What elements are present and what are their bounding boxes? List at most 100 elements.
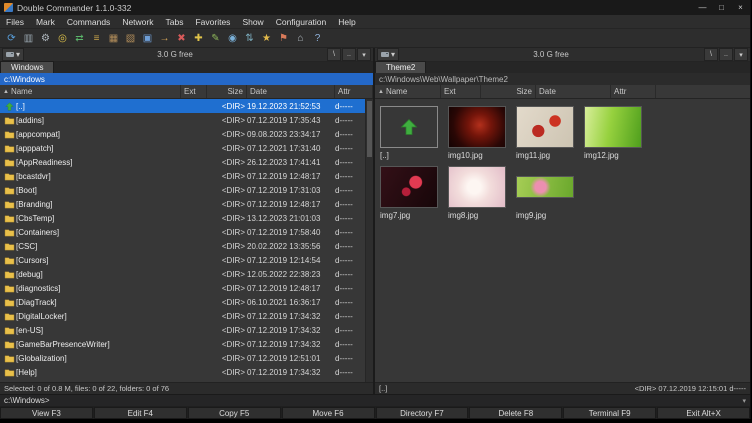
copy-icon[interactable]: ▣ bbox=[140, 31, 155, 46]
fn-button-f8[interactable]: Delete F8 bbox=[469, 407, 562, 419]
right-history-button[interactable]: ▾ bbox=[734, 48, 748, 61]
close-icon[interactable]: × bbox=[731, 0, 750, 15]
right-path-bar[interactable]: c:\Windows\Web\Wallpaper\Theme2 bbox=[375, 73, 750, 85]
file-row-help[interactable]: [Help] <DIR> 07.12.2019 17:34:32 d----- bbox=[0, 365, 373, 379]
column-attr[interactable]: Attr bbox=[335, 85, 373, 98]
folder-icon bbox=[2, 158, 16, 167]
scrollbar-thumb[interactable] bbox=[367, 101, 372, 157]
menu-item-tabs[interactable]: Tabs bbox=[160, 16, 190, 28]
maximize-icon[interactable]: □ bbox=[712, 0, 731, 15]
unpack-icon[interactable]: ▧ bbox=[123, 31, 138, 46]
window-title: Double Commander 1.1.0-332 bbox=[17, 3, 693, 13]
file-row-en-us[interactable]: [en-US] <DIR> 07.12.2019 17:34:32 d----- bbox=[0, 323, 373, 337]
file-row-boot[interactable]: [Boot] <DIR> 07.12.2019 17:31:03 d----- bbox=[0, 183, 373, 197]
thumb-img7jpg[interactable]: img7.jpg bbox=[380, 163, 442, 220]
left-scrollbar[interactable] bbox=[365, 99, 373, 382]
column-attr[interactable]: Attr bbox=[611, 85, 656, 98]
file-row-identitycrl[interactable]: [IdentityCRL] <DIR> 07.12.2019 17:34:32 … bbox=[0, 379, 373, 382]
title-bar[interactable]: Double Commander 1.1.0-332 — □ × bbox=[0, 0, 750, 15]
file-row-digitallocker[interactable]: [DigitalLocker] <DIR> 07.12.2019 17:34:3… bbox=[0, 309, 373, 323]
sync-dirs-icon[interactable]: ⇄ bbox=[72, 31, 87, 46]
right-drive-combo[interactable]: ▾ bbox=[377, 48, 399, 61]
menu-item-mark[interactable]: Mark bbox=[30, 16, 61, 28]
tab-windows[interactable]: Windows bbox=[0, 61, 54, 73]
run-terminal-icon[interactable]: ▥ bbox=[21, 31, 36, 46]
right-root-button[interactable]: \ bbox=[704, 48, 718, 61]
file-row-diagtrack[interactable]: [DiagTrack] <DIR> 06.10.2021 16:36:17 d-… bbox=[0, 295, 373, 309]
menu-item-files[interactable]: Files bbox=[0, 16, 30, 28]
multi-rename-icon[interactable]: ≡ bbox=[89, 31, 104, 46]
menu-item-commands[interactable]: Commands bbox=[61, 16, 116, 28]
delete-icon[interactable]: ✖ bbox=[174, 31, 189, 46]
column-ext[interactable]: Ext bbox=[181, 85, 207, 98]
menu-item-configuration[interactable]: Configuration bbox=[270, 16, 333, 28]
file-row-csc[interactable]: [CSC] <DIR> 20.02.2022 13:35:56 d----- bbox=[0, 239, 373, 253]
file-row-appreadiness[interactable]: [AppReadiness] <DIR> 26.12.2023 17:41:41… bbox=[0, 155, 373, 169]
file-row-gamebarpresencewriter[interactable]: [GameBarPresenceWriter] <DIR> 07.12.2019… bbox=[0, 337, 373, 351]
column-name[interactable]: ▲ Name bbox=[375, 85, 441, 98]
command-history-icon[interactable]: ▾ bbox=[742, 397, 746, 405]
menu-item-favorites[interactable]: Favorites bbox=[189, 16, 236, 28]
thumb-img11jpg[interactable]: img11.jpg bbox=[516, 103, 578, 160]
file-row-globalization[interactable]: [Globalization] <DIR> 07.12.2019 12:51:0… bbox=[0, 351, 373, 365]
minimize-icon[interactable]: — bbox=[693, 0, 712, 15]
file-row-addins[interactable]: [addins] <DIR> 07.12.2019 17:35:43 d----… bbox=[0, 113, 373, 127]
thumb-img12jpg[interactable]: img12.jpg bbox=[584, 103, 646, 160]
fn-button-f3[interactable]: View F3 bbox=[0, 407, 93, 419]
fn-button-f7[interactable]: Directory F7 bbox=[376, 407, 469, 419]
file-name: [bcastdvr] bbox=[16, 172, 181, 181]
move-icon[interactable]: → bbox=[157, 31, 172, 46]
find-files-icon[interactable]: ◎ bbox=[55, 31, 70, 46]
column-name[interactable]: ▲ Name bbox=[0, 85, 181, 98]
network-icon[interactable]: ⇅ bbox=[242, 31, 257, 46]
left-path-bar[interactable]: c:\Windows bbox=[0, 73, 373, 85]
thumb-img10jpg[interactable]: img10.jpg bbox=[448, 103, 510, 160]
tab-theme2[interactable]: Theme2 bbox=[375, 61, 426, 73]
command-input[interactable] bbox=[50, 396, 743, 405]
file-row-..[interactable]: [..] <DIR> 19.12.2023 21:52:53 d----- bbox=[0, 99, 373, 113]
file-row-appcompat[interactable]: [appcompat] <DIR> 09.08.2023 23:34:17 d-… bbox=[0, 127, 373, 141]
view-icon[interactable]: ◉ bbox=[225, 31, 240, 46]
file-row-branding[interactable]: [Branding] <DIR> 07.12.2019 12:48:17 d--… bbox=[0, 197, 373, 211]
file-row-diagnostics[interactable]: [diagnostics] <DIR> 07.12.2019 12:48:17 … bbox=[0, 281, 373, 295]
column-size[interactable]: Size bbox=[481, 85, 536, 98]
edit-icon[interactable]: ✎ bbox=[208, 31, 223, 46]
menu-item-show[interactable]: Show bbox=[236, 16, 269, 28]
left-drive-combo[interactable]: ▾ bbox=[2, 48, 24, 61]
flag-icon[interactable]: ⚑ bbox=[276, 31, 291, 46]
left-root-button[interactable]: \ bbox=[327, 48, 341, 61]
folder-icon bbox=[2, 242, 16, 251]
fn-button-f6[interactable]: Move F6 bbox=[282, 407, 375, 419]
file-row-apppatch[interactable]: [apppatch] <DIR> 07.12.2021 17:31:40 d--… bbox=[0, 141, 373, 155]
column-ext[interactable]: Ext bbox=[441, 85, 481, 98]
fn-button-f5[interactable]: Copy F5 bbox=[188, 407, 281, 419]
thumb-img9jpg[interactable]: img9.jpg bbox=[516, 163, 578, 220]
file-name: [Globalization] bbox=[16, 354, 181, 363]
left-history-button[interactable]: ▾ bbox=[357, 48, 371, 61]
new-folder-icon[interactable]: ✚ bbox=[191, 31, 206, 46]
fn-button-f4[interactable]: Edit F4 bbox=[94, 407, 187, 419]
help-icon[interactable]: ? bbox=[310, 31, 325, 46]
file-row-containers[interactable]: [Containers] <DIR> 07.12.2019 17:58:40 d… bbox=[0, 225, 373, 239]
fn-button-alt+x[interactable]: Exit Alt+X bbox=[657, 407, 750, 419]
column-date[interactable]: Date bbox=[247, 85, 335, 98]
options-icon[interactable]: ⚙ bbox=[38, 31, 53, 46]
file-date: 07.12.2019 17:34:32 bbox=[247, 326, 335, 335]
pack-icon[interactable]: ▦ bbox=[106, 31, 121, 46]
fn-button-f9[interactable]: Terminal F9 bbox=[563, 407, 656, 419]
menu-item-help[interactable]: Help bbox=[332, 16, 361, 28]
column-size[interactable]: Size bbox=[207, 85, 247, 98]
file-row-bcastdvr[interactable]: [bcastdvr] <DIR> 07.12.2019 12:48:17 d--… bbox=[0, 169, 373, 183]
thumb-[interactable]: [..] bbox=[380, 103, 442, 160]
file-row-debug[interactable]: [debug] <DIR> 12.05.2022 22:38:23 d----- bbox=[0, 267, 373, 281]
file-row-cursors[interactable]: [Cursors] <DIR> 07.12.2019 12:14:54 d---… bbox=[0, 253, 373, 267]
file-row-cbstemp[interactable]: [CbsTemp] <DIR> 13.12.2023 21:01:03 d---… bbox=[0, 211, 373, 225]
favorites-icon[interactable]: ★ bbox=[259, 31, 274, 46]
menu-item-network[interactable]: Network bbox=[116, 16, 159, 28]
thumb-img8jpg[interactable]: img8.jpg bbox=[448, 163, 510, 220]
column-date[interactable]: Date bbox=[536, 85, 611, 98]
home-icon[interactable]: ⌂ bbox=[293, 31, 308, 46]
left-parent-button[interactable]: .. bbox=[342, 48, 356, 61]
refresh-icon[interactable]: ⟳ bbox=[4, 31, 19, 46]
right-parent-button[interactable]: .. bbox=[719, 48, 733, 61]
